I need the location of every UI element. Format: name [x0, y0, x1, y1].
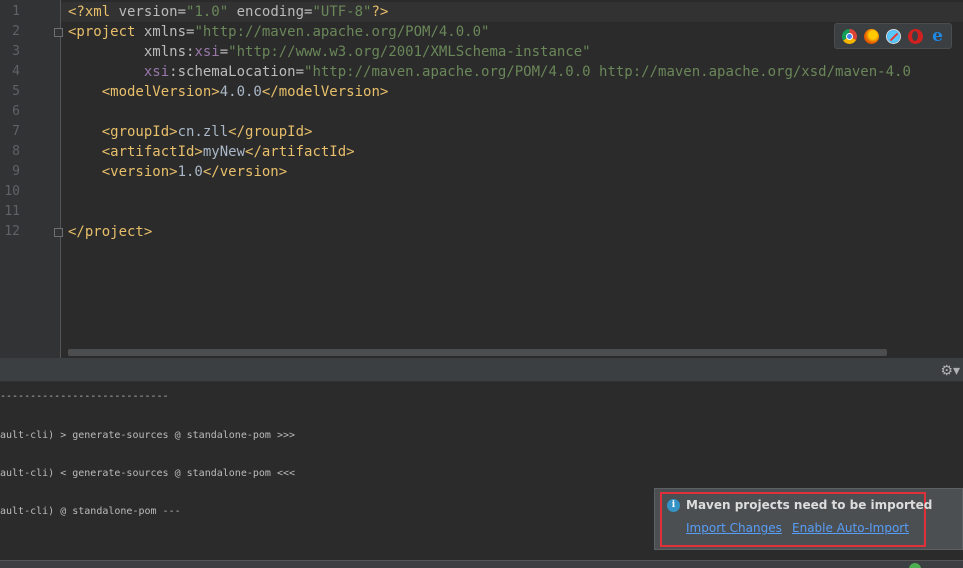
- firefox-icon[interactable]: [864, 29, 879, 44]
- code-token: ?>: [371, 4, 389, 20]
- code-line[interactable]: <modelVersion>4.0.0</modelVersion>: [68, 82, 389, 102]
- code-line[interactable]: <project xmlns="http://maven.apache.org/…: [68, 22, 489, 42]
- code-line[interactable]: xsi:schemaLocation="http://maven.apache.…: [68, 62, 911, 82]
- code-token: </version>: [202, 164, 288, 180]
- ide-window: 1 2 3 4 5 6 7 8 9 10 11 12 <?xml version="1.0" enco…: [0, 0, 963, 568]
- line-number: 3: [12, 44, 20, 59]
- code-token: xsi: [194, 44, 220, 60]
- info-icon: i: [667, 499, 680, 512]
- code-token: "1.0": [186, 4, 229, 20]
- code-token: <modelVersion>: [68, 84, 220, 100]
- opera-icon[interactable]: [908, 29, 923, 44]
- code-line[interactable]: xmlns:xsi="http://www.w3.org/2001/XMLSch…: [68, 42, 591, 62]
- code-editor[interactable]: 1 2 3 4 5 6 7 8 9 10 11 12 <?xml version="1.0" enco…: [0, 0, 963, 360]
- code-token: </groupId>: [228, 124, 313, 140]
- line-number: 12: [4, 224, 20, 239]
- code-token: xsi: [143, 64, 170, 80]
- safari-icon[interactable]: [886, 29, 901, 44]
- code-token: </artifactId>: [245, 144, 355, 160]
- console-line: ault-cli) > generate-sources @ standalon…: [0, 430, 296, 441]
- line-number: 8: [12, 144, 20, 159]
- code-token: <groupId>: [68, 124, 178, 140]
- code-token: "http://maven.apache.org/POM/4.0.0": [194, 24, 490, 40]
- line-number: 2: [12, 24, 20, 39]
- notification-title: Maven projects need to be imported: [686, 498, 933, 512]
- line-number: 9: [12, 164, 20, 179]
- line-number: 10: [4, 184, 20, 199]
- status-bar: [0, 560, 963, 568]
- line-number: 11: [4, 204, 20, 219]
- line-number: 6: [12, 104, 20, 119]
- code-token: xmlns:: [68, 44, 195, 60]
- code-token: myNew: [202, 144, 246, 160]
- open-in-browser-bar: e: [834, 23, 952, 49]
- horizontal-scrollbar-thumb[interactable]: [68, 349, 887, 356]
- code-token: <project: [68, 24, 144, 40]
- status-indicator-icon[interactable]: [909, 563, 921, 568]
- code-token: cn.zll: [177, 124, 229, 140]
- code-line[interactable]: <artifactId>myNew</artifactId>: [68, 142, 355, 162]
- code-token: encoding=: [228, 4, 313, 20]
- code-token: </project>: [68, 224, 153, 240]
- line-number: 7: [12, 124, 20, 139]
- console-line: ----------------------------: [0, 391, 169, 402]
- line-number: 1: [12, 4, 20, 19]
- code-line[interactable]: </project>: [68, 222, 152, 242]
- code-line[interactable]: <?xml version="1.0" encoding="UTF-8"?>: [68, 2, 388, 22]
- code-token: =: [219, 44, 229, 60]
- code-token: <artifactId>: [68, 144, 203, 160]
- chrome-icon[interactable]: [842, 29, 857, 44]
- console-line: ault-cli) < generate-sources @ standalon…: [0, 468, 296, 479]
- code-token: version=: [118, 4, 187, 20]
- code-line[interactable]: <groupId>cn.zll</groupId>: [68, 122, 313, 142]
- code-token: "http://maven.apache.org/POM/4.0.0 http:…: [304, 64, 911, 80]
- code-token: 4.0.0: [219, 84, 262, 100]
- console-line: ault-cli) @ standalone-pom ---: [0, 506, 181, 517]
- line-number: 4: [12, 64, 20, 79]
- import-changes-link[interactable]: Import Changes: [686, 520, 782, 537]
- run-panel-header: ⚙▾: [0, 361, 963, 382]
- code-token: <version>: [68, 164, 178, 180]
- line-number-gutter: 1 2 3 4 5 6 7 8 9 10 11 12: [0, 0, 61, 360]
- enable-auto-import-link[interactable]: Enable Auto-Import: [792, 520, 909, 537]
- code-token: "UTF-8": [312, 4, 372, 20]
- code-token: xmlns=: [143, 24, 195, 40]
- code-token: </modelVersion>: [261, 84, 389, 100]
- line-number: 5: [12, 84, 20, 99]
- code-token: <?xml: [68, 4, 119, 20]
- ie-icon[interactable]: e: [930, 28, 945, 45]
- gear-icon[interactable]: ⚙▾: [940, 362, 960, 380]
- fold-toggle-project-open[interactable]: [54, 28, 63, 37]
- fold-toggle-project-close[interactable]: [54, 228, 63, 237]
- code-token: 1.0: [177, 164, 203, 180]
- code-token: :schemaLocation=: [169, 64, 305, 80]
- code-line[interactable]: <version>1.0</version>: [68, 162, 287, 182]
- code-token: "http://www.w3.org/2001/XMLSchema-instan…: [228, 44, 591, 60]
